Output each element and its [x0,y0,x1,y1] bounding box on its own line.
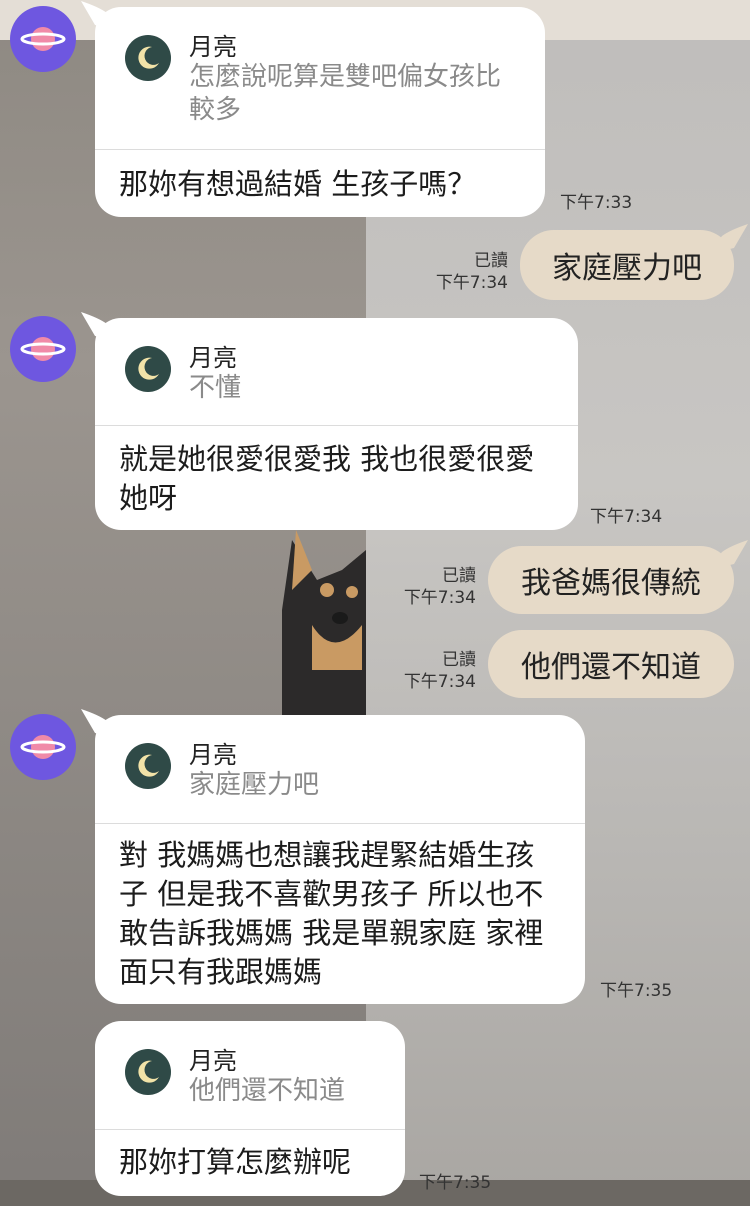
quoted-text: 他們還不知道 [189,1076,346,1106]
message-text: 那妳打算怎麼辦呢 [119,1145,352,1179]
message-text: 那妳有想過結婚 生孩子嗎？ [119,167,477,201]
planet-icon [20,337,66,361]
incoming-reply-bubble[interactable]: 月亮 他們還不知道 那妳打算怎麼辦呢 [95,1021,405,1196]
wallpaper-dog-illustration [282,530,366,730]
contact-avatar[interactable] [10,6,76,72]
message-time: 下午7:35 [419,1173,492,1193]
message-text: 我爸媽很傳統 [521,566,701,601]
read-receipt: 已讀 [474,251,508,271]
contact-avatar[interactable] [10,714,76,780]
quoted-message[interactable]: 月亮 不懂 [95,318,578,426]
moon-icon [125,346,171,392]
planet-icon [20,735,66,759]
quoted-message[interactable]: 月亮 怎麼說呢算是雙吧偏女孩比較多 [95,7,545,150]
quoted-sender-name: 月亮 [189,741,237,769]
read-receipt: 已讀 [442,566,476,586]
message-meta: 已讀 下午7:34 [388,565,476,609]
incoming-reply-bubble[interactable]: 月亮 怎麼說呢算是雙吧偏女孩比較多 那妳有想過結婚 生孩子嗎？ [81,1,545,217]
quoted-message[interactable]: 月亮 他們還不知道 [95,1021,405,1130]
message-time: 下午7:34 [403,672,476,692]
message-time: 下午7:34 [590,507,663,527]
outgoing-message-bubble[interactable]: 他們還不知道 [488,630,734,698]
read-receipt: 已讀 [442,650,476,670]
quoted-sender-name: 月亮 [189,33,237,61]
message-meta: 已讀 下午7:34 [388,649,476,693]
message-time: 下午7:35 [600,981,673,1001]
outgoing-message-bubble[interactable]: 家庭壓力吧 [520,224,748,300]
message-meta: 已讀 下午7:34 [420,250,508,294]
quoted-text: 家庭壓力吧 [189,770,320,800]
message-text: 他們還不知道 [521,650,701,685]
message-time: 下午7:33 [560,193,633,213]
incoming-reply-bubble[interactable]: 月亮 家庭壓力吧 對 我媽媽也想讓我趕緊結婚生孩子 但是我不喜歡男孩子 所以也不… [81,709,585,1004]
contact-avatar[interactable] [10,316,76,382]
message-time: 下午7:34 [403,588,476,608]
moon-icon [125,743,171,789]
outgoing-message-bubble[interactable]: 我爸媽很傳統 [488,540,748,614]
quoted-sender-name: 月亮 [189,1047,237,1075]
message-text: 就是她很愛很愛我 我也很愛很愛她呀 [119,442,535,515]
quoted-message[interactable]: 月亮 家庭壓力吧 [95,715,585,824]
moon-icon [125,35,171,81]
message-text: 家庭壓力吧 [552,251,702,286]
message-time: 下午7:34 [435,273,508,293]
moon-icon [125,1049,171,1095]
quoted-sender-name: 月亮 [189,344,237,372]
quoted-text: 不懂 [189,373,242,403]
incoming-reply-bubble[interactable]: 月亮 不懂 就是她很愛很愛我 我也很愛很愛她呀 [81,312,578,530]
message-text: 對 我媽媽也想讓我趕緊結婚生孩子 但是我不喜歡男孩子 所以也不敢告訴我媽媽 我是… [119,838,544,989]
planet-icon [20,27,66,51]
quoted-text: 怎麼說呢算是雙吧偏女孩比較多 [189,62,502,125]
